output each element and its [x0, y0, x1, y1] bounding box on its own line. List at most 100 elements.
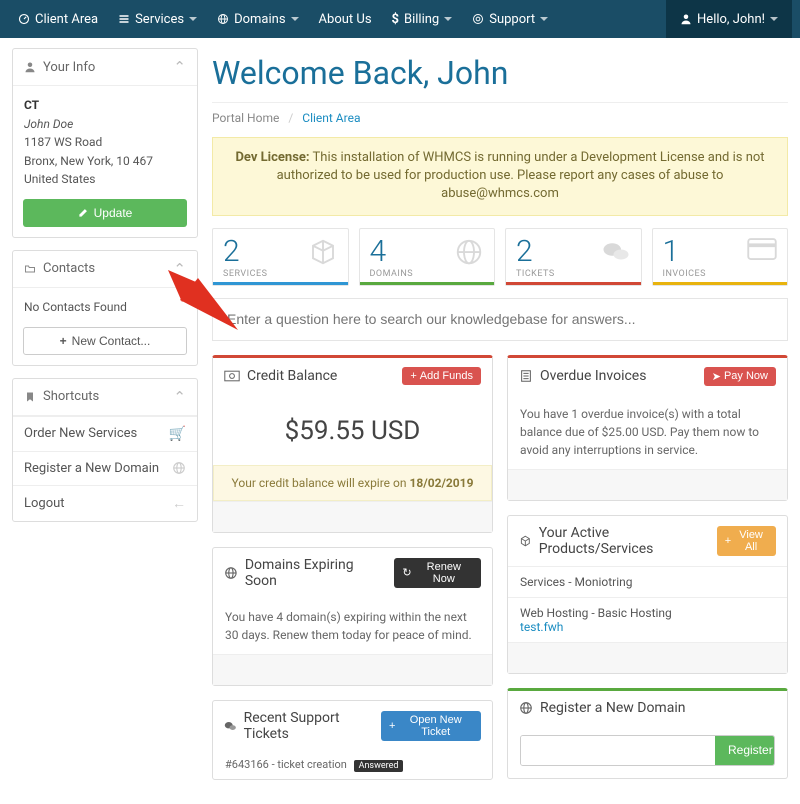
crumb-client-area[interactable]: Client Area — [302, 111, 360, 125]
plus-icon: + — [389, 720, 395, 732]
plus-icon: + — [410, 370, 416, 382]
active-title: Your Active Products/Services — [539, 525, 710, 557]
overdue-invoices-card: Overdue Invoices ➤Pay Now You have 1 ove… — [507, 355, 788, 501]
stat-services[interactable]: 2 SERVICES — [212, 228, 349, 286]
nav-support[interactable]: Support — [462, 0, 558, 38]
globe-icon — [519, 701, 533, 715]
pay-now-button[interactable]: ➤Pay Now — [704, 367, 776, 386]
arrow-left-icon: ← — [172, 495, 186, 512]
bookmark-icon — [24, 391, 36, 403]
service-row[interactable]: Web Hosting - Basic Hosting test.fwh — [508, 597, 787, 642]
ticket-row[interactable]: #643166 - ticket creation — [225, 758, 347, 771]
globe-icon — [224, 566, 238, 580]
nav-billing[interactable]: $ Billing — [382, 0, 463, 38]
stat-tickets[interactable]: 2 TICKETS — [505, 228, 642, 286]
card-icon — [747, 237, 777, 261]
cart-icon: 🛒 — [169, 426, 186, 442]
chevron-up-icon: ⌃ — [173, 388, 186, 406]
nav-domains[interactable]: Domains — [207, 0, 308, 38]
expiring-text: You have 4 domain(s) expiring within the… — [213, 598, 492, 654]
page-title: Welcome Back, John — [212, 54, 788, 92]
dashboard-icon — [18, 13, 30, 25]
chevron-up-icon: ⌃ — [173, 260, 186, 278]
register-button[interactable]: Register — [715, 736, 775, 765]
folder-icon — [24, 263, 36, 275]
main-content: Welcome Back, John Portal Home / Client … — [212, 48, 788, 794]
globe-icon — [172, 461, 186, 475]
tickets-title: Recent Support Tickets — [244, 710, 374, 742]
overdue-title: Overdue Invoices — [540, 368, 646, 384]
comments-icon — [601, 237, 631, 267]
overdue-text: You have 1 overdue invoice(s) with a tot… — [508, 395, 787, 469]
caret-icon — [291, 17, 299, 21]
globe-icon — [217, 13, 229, 25]
credit-expiry-note: Your credit balance will expire on 18/02… — [213, 465, 492, 501]
your-info-panel: Your Info ⌃ CT John Doe 1187 WS Road Bro… — [12, 48, 198, 238]
nav-client-area[interactable]: Client Area — [8, 0, 108, 38]
your-info-head[interactable]: Your Info ⌃ — [13, 49, 197, 86]
nav-services[interactable]: Services — [108, 0, 207, 38]
dollar-icon: $ — [392, 12, 399, 27]
sidebar: Your Info ⌃ CT John Doe 1187 WS Road Bro… — [12, 48, 198, 794]
cube-icon — [519, 534, 532, 548]
stat-domains[interactable]: 4 DOMAINS — [359, 228, 496, 286]
shortcuts-panel: Shortcuts ⌃ Order New Services 🛒 Registe… — [12, 378, 198, 522]
caret-icon — [770, 17, 778, 21]
new-contact-button[interactable]: + New Contact... — [23, 327, 187, 355]
caret-icon — [444, 17, 452, 21]
ticket-badge: Answered — [354, 760, 404, 772]
update-button[interactable]: Update — [23, 199, 187, 227]
shortcuts-head[interactable]: Shortcuts ⌃ — [13, 379, 197, 416]
nav-user-menu[interactable]: Hello, John! — [666, 0, 792, 38]
user-name: John Doe — [24, 115, 186, 134]
calc-icon — [519, 369, 533, 383]
domain-input[interactable] — [521, 736, 715, 765]
lifebuoy-icon — [472, 13, 484, 25]
recent-tickets-card: Recent Support Tickets +Open New Ticket … — [212, 700, 493, 781]
globe-icon — [454, 237, 484, 267]
user-icon — [680, 13, 692, 25]
add-funds-button[interactable]: +Add Funds — [402, 367, 481, 385]
service-link[interactable]: test.fwh — [520, 620, 563, 634]
view-all-button[interactable]: +View All — [717, 526, 776, 556]
breadcrumb: Portal Home / Client Area — [212, 111, 788, 125]
credit-title: Credit Balance — [247, 368, 337, 384]
contacts-panel: Contacts ⌃ No Contacts Found + New Conta… — [12, 250, 198, 366]
cube-icon — [308, 237, 338, 267]
shortcut-register-domain[interactable]: Register a New Domain — [13, 451, 197, 485]
top-navbar: Client Area Services Domains About Us $ … — [0, 0, 800, 38]
caret-icon — [189, 17, 197, 21]
comments-icon — [224, 719, 237, 733]
credit-amount: $59.55 USD — [225, 404, 480, 465]
plus-icon: + — [725, 535, 731, 547]
stats-row: 2 SERVICES 4 DOMAINS 2 TICKETS 1 INVOICE… — [212, 228, 788, 286]
addr-country: United States — [24, 170, 186, 189]
refresh-icon: ↻ — [402, 566, 411, 579]
crumb-portal-home[interactable]: Portal Home — [212, 111, 279, 125]
chevron-up-icon: ⌃ — [173, 58, 186, 76]
active-services-card: Your Active Products/Services +View All … — [507, 515, 788, 674]
expiring-title: Domains Expiring Soon — [245, 557, 388, 589]
renew-now-button[interactable]: ↻Renew Now — [394, 558, 481, 588]
addr-line2: Bronx, New York, 10 467 — [24, 152, 186, 171]
user-icon — [24, 61, 36, 73]
open-ticket-button[interactable]: +Open New Ticket — [381, 711, 481, 741]
kb-search-input[interactable] — [227, 311, 773, 327]
stat-invoices[interactable]: 1 INVOICES — [652, 228, 789, 286]
plus-icon: + — [60, 334, 67, 348]
shortcut-logout[interactable]: Logout ← — [13, 485, 197, 521]
contacts-empty: No Contacts Found — [13, 288, 197, 327]
money-icon — [224, 370, 240, 382]
caret-icon — [540, 17, 548, 21]
company-code: CT — [24, 96, 186, 115]
shortcut-order[interactable]: Order New Services 🛒 — [13, 416, 197, 451]
nav-about[interactable]: About Us — [309, 0, 382, 38]
kb-search[interactable] — [212, 298, 788, 341]
list-icon — [118, 13, 130, 25]
domains-expiring-card: Domains Expiring Soon ↻Renew Now You hav… — [212, 547, 493, 686]
credit-balance-card: Credit Balance +Add Funds $59.55 USD You… — [212, 355, 493, 533]
service-row[interactable]: Services - Moniotring — [508, 566, 787, 597]
contacts-head[interactable]: Contacts ⌃ — [13, 251, 197, 288]
arrow-right-icon: ➤ — [712, 370, 721, 383]
domain-input-group: Register Transfer — [520, 735, 775, 766]
